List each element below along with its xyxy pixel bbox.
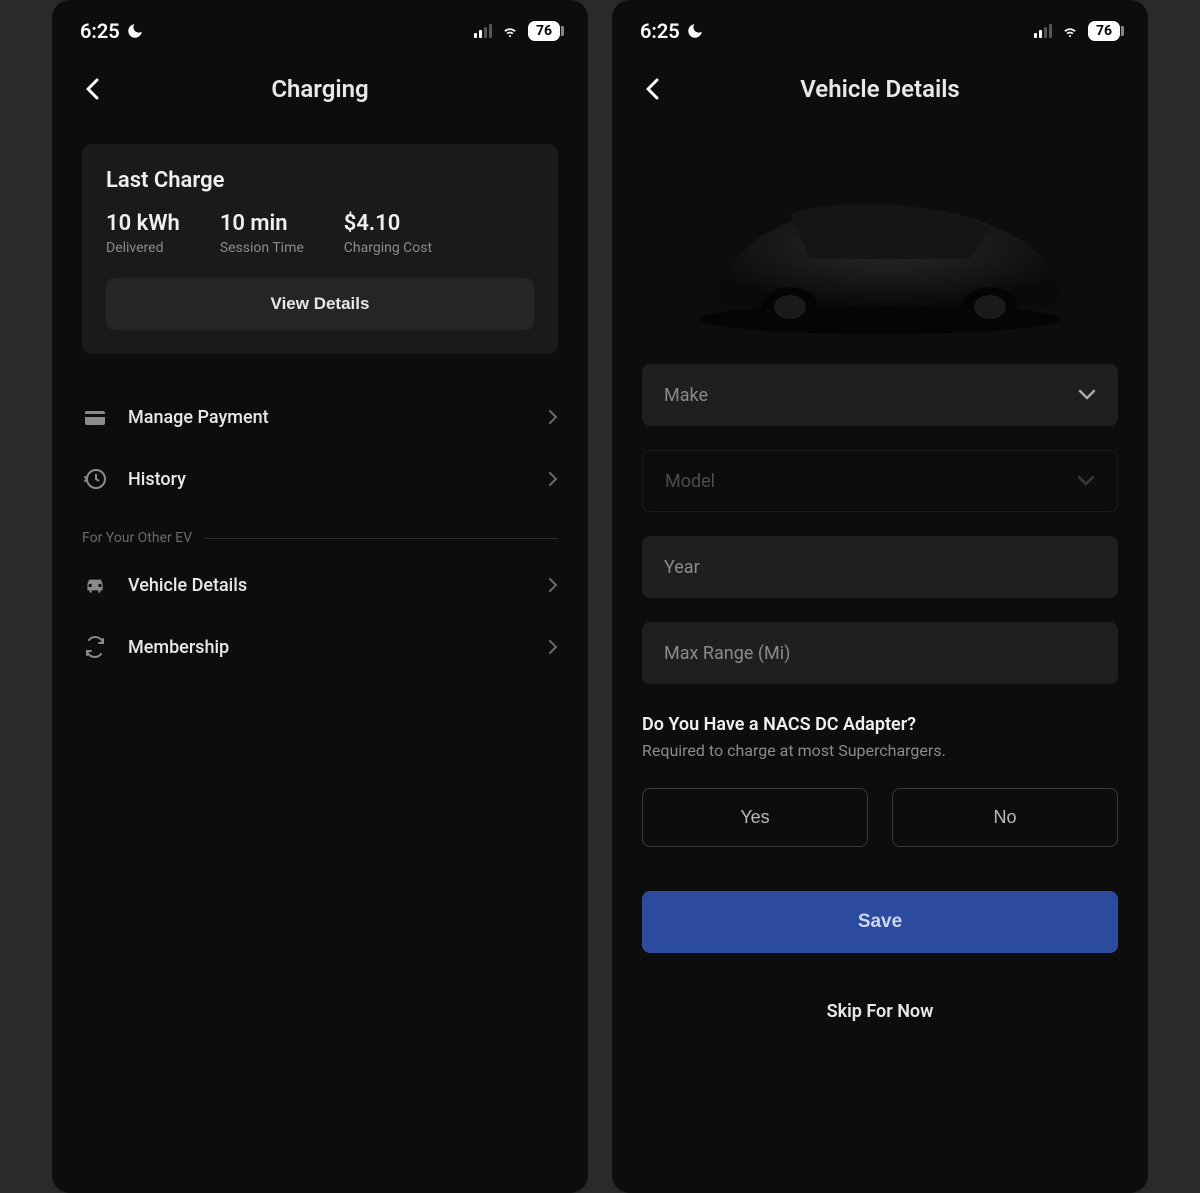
field-label: Max Range (Mi)	[664, 643, 790, 664]
menu-label: History	[128, 469, 528, 490]
status-bar: 6:25 76	[52, 0, 588, 54]
status-right: 76	[1034, 21, 1120, 41]
stat-label: Delivered	[106, 240, 180, 256]
status-bar: 6:25 76	[612, 0, 1148, 54]
max-range-input[interactable]: Max Range (Mi)	[642, 622, 1118, 684]
stats-row: 10 kWh Delivered 10 min Session Time $4.…	[106, 211, 534, 256]
menu-label: Membership	[128, 637, 528, 658]
back-button[interactable]	[640, 77, 664, 101]
question-subtitle: Required to charge at most Superchargers…	[642, 741, 1118, 760]
credit-card-icon	[82, 404, 108, 430]
page-title: Vehicle Details	[800, 75, 960, 103]
stat-session-time: 10 min Session Time	[220, 211, 304, 256]
moon-icon	[126, 22, 144, 40]
stat-value: $4.10	[344, 211, 432, 236]
nav-header: Vehicle Details	[612, 54, 1148, 124]
status-right: 76	[474, 21, 560, 41]
cellular-signal-icon	[1034, 24, 1052, 38]
cellular-signal-icon	[474, 24, 492, 38]
membership-row[interactable]: Membership	[82, 616, 558, 678]
question-title: Do You Have a NACS DC Adapter?	[642, 714, 1118, 735]
screen-vehicle-details: 6:25 76 Vehicle Details	[612, 0, 1148, 1193]
status-time: 6:25	[80, 19, 120, 43]
no-button[interactable]: No	[892, 788, 1118, 847]
car-icon	[82, 572, 108, 598]
save-button[interactable]: Save	[642, 891, 1118, 953]
yes-no-row: Yes No	[642, 788, 1118, 847]
screen-charging: 6:25 76 Charging Last Charge 10 kWh Deli…	[52, 0, 588, 1193]
divider-line	[204, 538, 558, 539]
status-left: 6:25	[80, 19, 144, 43]
chevron-right-icon	[548, 409, 558, 425]
status-time: 6:25	[640, 19, 680, 43]
chevron-down-icon	[1078, 389, 1096, 401]
stat-value: 10 min	[220, 211, 304, 236]
make-select[interactable]: Make	[642, 364, 1118, 426]
chevron-right-icon	[548, 471, 558, 487]
vehicle-details-row[interactable]: Vehicle Details	[82, 554, 558, 616]
chevron-right-icon	[548, 639, 558, 655]
chevron-left-icon	[85, 78, 99, 100]
field-label: Year	[664, 557, 700, 578]
field-label: Make	[664, 385, 708, 406]
stat-label: Charging Cost	[344, 240, 432, 256]
manage-payment-row[interactable]: Manage Payment	[82, 386, 558, 448]
battery-indicator: 76	[1088, 21, 1120, 41]
page-title: Charging	[271, 75, 368, 103]
car-image	[612, 124, 1148, 364]
model-select[interactable]: Model	[642, 450, 1118, 512]
year-input[interactable]: Year	[642, 536, 1118, 598]
wifi-icon	[1060, 23, 1080, 39]
wifi-icon	[500, 23, 520, 39]
section-divider: For Your Other EV	[82, 510, 558, 554]
nav-header: Charging	[52, 54, 588, 124]
status-left: 6:25	[640, 19, 704, 43]
history-row[interactable]: History	[82, 448, 558, 510]
adapter-question: Do You Have a NACS DC Adapter? Required …	[642, 708, 1118, 760]
stat-value: 10 kWh	[106, 211, 180, 236]
view-details-button[interactable]: View Details	[106, 278, 534, 330]
stat-charging-cost: $4.10 Charging Cost	[344, 211, 432, 256]
menu-section: Manage Payment History For Your Other EV…	[52, 374, 588, 690]
history-icon	[82, 466, 108, 492]
skip-for-now-link[interactable]: Skip For Now	[642, 977, 1118, 1046]
section-label: For Your Other EV	[82, 530, 192, 546]
menu-label: Manage Payment	[128, 407, 528, 428]
refresh-icon	[82, 634, 108, 660]
vehicle-form: Make Model Year Max Range (Mi) Do You Ha…	[612, 364, 1148, 1046]
battery-indicator: 76	[528, 21, 560, 41]
menu-label: Vehicle Details	[128, 575, 528, 596]
chevron-left-icon	[645, 78, 659, 100]
yes-button[interactable]: Yes	[642, 788, 868, 847]
last-charge-card: Last Charge 10 kWh Delivered 10 min Sess…	[82, 144, 558, 354]
field-label: Model	[665, 471, 715, 492]
stat-delivered: 10 kWh Delivered	[106, 211, 180, 256]
moon-icon	[686, 22, 704, 40]
chevron-right-icon	[548, 577, 558, 593]
car-silhouette	[680, 159, 1080, 339]
back-button[interactable]	[80, 77, 104, 101]
stat-label: Session Time	[220, 240, 304, 256]
card-title: Last Charge	[106, 168, 534, 193]
chevron-down-icon	[1077, 475, 1095, 487]
